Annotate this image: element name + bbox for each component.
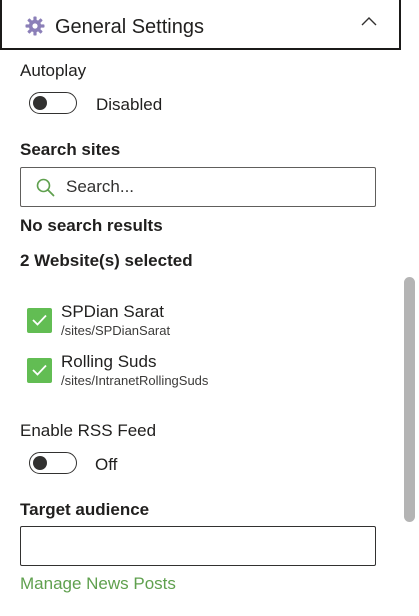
search-icon xyxy=(36,178,55,197)
search-box xyxy=(20,167,376,207)
autoplay-label: Autoplay xyxy=(20,61,87,80)
general-settings-header[interactable]: General Settings xyxy=(0,0,401,50)
toggle-knob xyxy=(33,455,47,470)
rss-label: Enable RSS Feed xyxy=(20,421,157,440)
chevron-up-icon[interactable] xyxy=(360,15,378,29)
site-checkbox[interactable] xyxy=(27,358,52,383)
section-title: General Settings xyxy=(55,16,204,38)
rss-state: Off xyxy=(95,455,118,474)
gear-icon xyxy=(24,15,46,37)
site-url: /sites/IntranetRollingSuds xyxy=(61,373,209,388)
no-results-text: No search results xyxy=(20,216,163,235)
search-input[interactable] xyxy=(66,174,366,200)
toggle-knob xyxy=(33,95,47,110)
autoplay-toggle[interactable] xyxy=(29,92,77,114)
settings-panel: General Settings Autoplay Disabled Searc… xyxy=(0,0,419,616)
rss-toggle[interactable] xyxy=(29,452,77,474)
scrollbar-thumb[interactable] xyxy=(404,277,415,522)
target-audience-input[interactable] xyxy=(20,526,376,566)
autoplay-state: Disabled xyxy=(96,95,163,114)
site-name: SPDian Sarat xyxy=(61,302,164,321)
site-url: /sites/SPDianSarat xyxy=(61,323,171,338)
site-checkbox[interactable] xyxy=(27,308,52,333)
target-audience-label: Target audience xyxy=(20,500,150,519)
site-name: Rolling Suds xyxy=(61,352,157,371)
selected-count: 2 Website(s) selected xyxy=(20,251,193,270)
search-sites-label: Search sites xyxy=(20,140,121,159)
manage-news-posts-link[interactable]: Manage News Posts xyxy=(20,573,176,595)
